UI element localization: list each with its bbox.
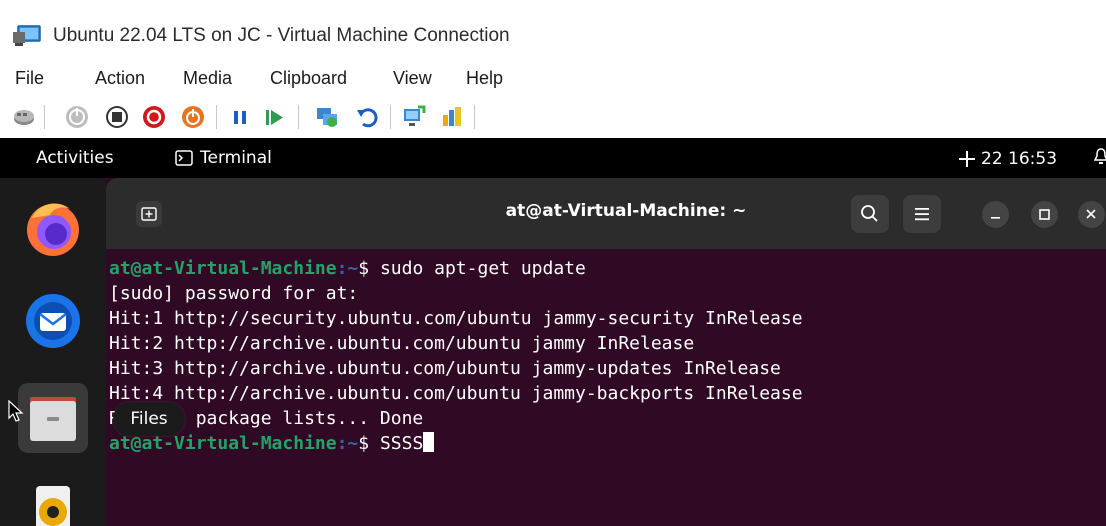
terminal-line: Hit:4 http://archive.ubuntu.com/ubuntu j… [109,383,803,404]
new-tab-icon[interactable] [136,201,162,227]
host-menu-bar: File Action Media Clipboard View Help [0,60,1106,96]
checkpoint-icon[interactable] [315,105,339,129]
terminal-output[interactable]: at@at-Virtual-Machine:~$ sudo apt-get up… [106,249,1106,526]
shut-down-icon[interactable] [142,105,166,129]
prompt-symbol: $ [358,433,380,454]
toolbar-separator [44,105,45,129]
host-title-bar: Ubuntu 22.04 LTS on JC - Virtual Machine… [0,0,1106,60]
gnome-top-bar: Activities Terminal 22 16:53 [0,138,1106,178]
enhanced-session-icon[interactable] [402,105,426,129]
menu-clipboard[interactable]: Clipboard [270,68,347,89]
start-icon[interactable] [65,105,89,129]
ctrl-alt-del-icon[interactable] [12,105,36,129]
toolbar-separator [298,105,299,129]
terminal-line: at@at-Virtual-Machine:~$ SSSS [109,431,1106,456]
terminal-header-bar: at@at-Virtual-Machine: ~ [106,178,1106,249]
share-icon[interactable] [440,105,464,129]
menu-view[interactable]: View [393,68,432,89]
files-icon[interactable] [18,383,88,453]
toolbar-separator [474,105,475,129]
app-menu-label[interactable]: Terminal [200,148,272,168]
terminal-line: [sudo] password for at: [109,283,359,304]
terminal-window[interactable]: at@at-Virtual-Machine: ~ at@at-Virtual-M… [106,178,1106,526]
terminal-app-icon[interactable] [175,150,193,166]
terminal-line: Hit:3 http://archive.ubuntu.com/ubuntu j… [109,358,781,379]
terminal-line: Reading package lists... Done [109,408,424,429]
resume-icon[interactable] [262,105,286,129]
menu-help[interactable]: Help [466,68,503,89]
rhythmbox-icon[interactable] [18,478,88,526]
save-icon[interactable] [181,105,205,129]
close-icon[interactable] [1078,201,1105,228]
terminal-line: Hit:2 http://archive.ubuntu.com/ubuntu j… [109,333,695,354]
menu-action[interactable]: Action [95,68,145,89]
clock[interactable]: 22 16:53 [981,149,1057,169]
hamburger-menu-icon[interactable] [903,195,941,233]
prompt-path: :~ [336,433,359,454]
firefox-icon[interactable] [18,193,88,263]
toolbar-separator [390,105,391,129]
terminal-line: at@at-Virtual-Machine:~$ sudo apt-get up… [109,256,1106,281]
pause-icon[interactable] [228,105,252,129]
terminal-title: at@at-Virtual-Machine: ~ [505,201,747,221]
command-input[interactable]: SSSS [380,433,423,454]
prompt-path: :~ [336,258,359,279]
menu-file[interactable]: File [15,68,44,89]
host-window-title: Ubuntu 22.04 LTS on JC - Virtual Machine… [53,25,510,46]
terminal-line: Hit:1 http://security.ubuntu.com/ubuntu … [109,308,803,329]
dock-tooltip: Files [113,402,185,436]
host-toolbar [0,96,1106,138]
dock [0,178,106,526]
plus-icon [958,150,976,168]
activities-button[interactable]: Activities [36,148,114,168]
notification-bell-icon[interactable] [1093,148,1106,166]
turn-off-icon[interactable] [105,105,129,129]
text-cursor [423,432,435,452]
thunderbird-icon[interactable] [18,283,88,353]
search-icon[interactable] [851,195,889,233]
revert-icon[interactable] [355,105,379,129]
guest-display[interactable]: Activities Terminal 22 16:53 at@at-Virtu… [0,138,1106,526]
mouse-pointer-icon [8,399,24,422]
prompt-symbol: $ [358,258,380,279]
toolbar-separator [216,105,217,129]
virtual-machine-connection-icon [12,24,42,48]
minimize-icon[interactable] [982,201,1009,228]
prompt-user: at@at-Virtual-Machine [109,258,337,279]
command-text: sudo apt-get update [379,258,586,279]
prompt-user: at@at-Virtual-Machine [109,433,337,454]
maximize-icon[interactable] [1031,201,1058,228]
menu-media[interactable]: Media [183,68,232,89]
